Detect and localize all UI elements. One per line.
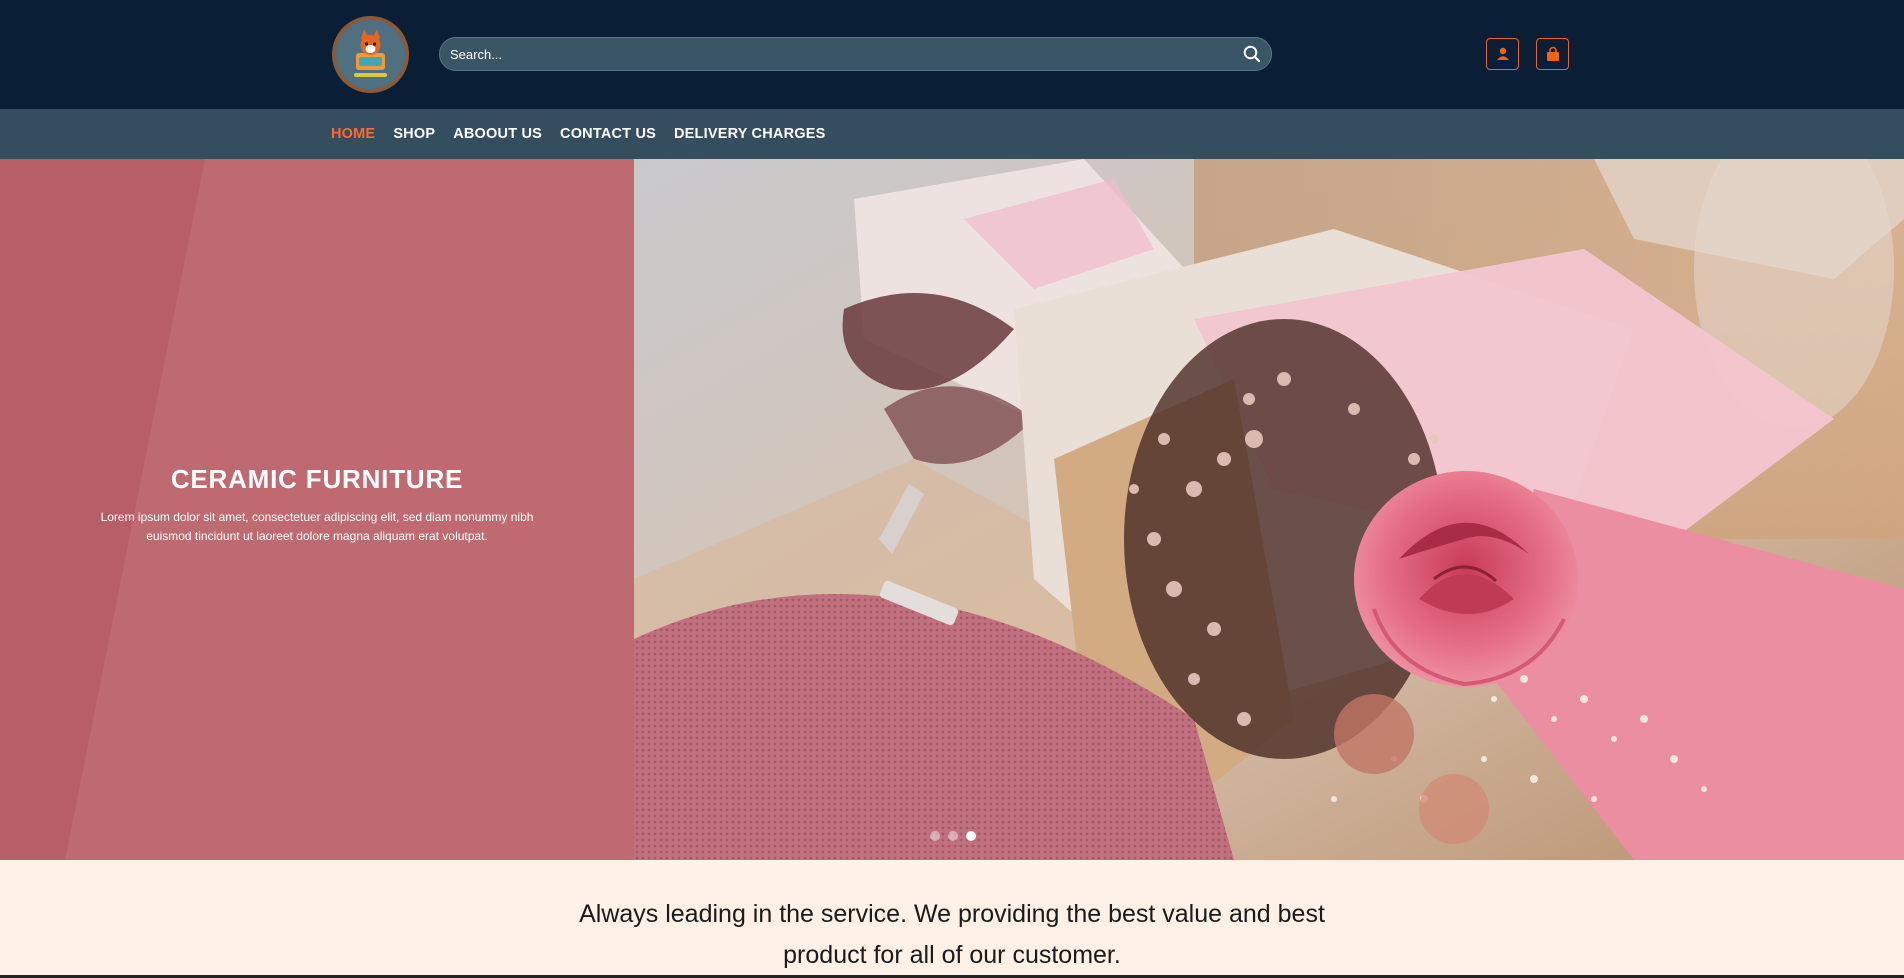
shopping-bag-icon xyxy=(1547,46,1559,61)
user-icon xyxy=(1497,47,1509,60)
search-icon xyxy=(1243,45,1261,62)
site-logo[interactable] xyxy=(332,16,409,93)
nav-menu: HOME SHOP ABOOUT US CONTACT US DELIVERY … xyxy=(331,109,843,159)
hero-caption-panel: CERAMIC FURNITURE Lorem ipsum dolor sit … xyxy=(0,159,634,860)
nav-contact-us[interactable]: CONTACT US xyxy=(560,126,656,142)
fox-logo-icon xyxy=(336,20,405,89)
nav-delivery-charges[interactable]: DELIVERY CHARGES xyxy=(674,126,825,142)
slide-dot-2[interactable] xyxy=(948,831,958,841)
search-bar xyxy=(439,37,1272,71)
hero-image xyxy=(634,159,1904,860)
search-input[interactable] xyxy=(450,38,1220,70)
cart-button[interactable] xyxy=(1536,38,1569,70)
hero-description: Lorem ipsum dolor sit amet, consectetuer… xyxy=(100,510,534,543)
search-button[interactable] xyxy=(1239,42,1265,68)
slide-dot-3[interactable] xyxy=(966,831,976,841)
site-header xyxy=(0,0,1904,109)
slider-dots xyxy=(930,831,984,841)
tagline-text: Always leading in the service. We provid… xyxy=(579,900,1325,969)
hero-slider: CERAMIC FURNITURE Lorem ipsum dolor sit … xyxy=(0,159,1904,860)
nav-about-us[interactable]: ABOOUT US xyxy=(453,126,542,142)
nav-shop[interactable]: SHOP xyxy=(393,126,435,142)
account-button[interactable] xyxy=(1486,38,1519,70)
slide-dot-1[interactable] xyxy=(930,831,940,841)
main-navigation: HOME SHOP ABOOUT US CONTACT US DELIVERY … xyxy=(0,109,1904,159)
nav-home[interactable]: HOME xyxy=(331,126,375,142)
tagline-section: Always leading in the service. We provid… xyxy=(0,860,1904,978)
hero-title: CERAMIC FURNITURE xyxy=(170,464,464,494)
